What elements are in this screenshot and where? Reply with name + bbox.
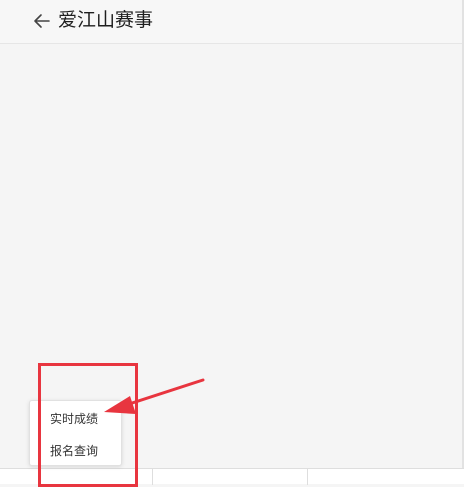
arrow-left-icon xyxy=(34,14,50,28)
menu-item-registration-query[interactable]: 报名查询 xyxy=(30,436,121,466)
page-title: 爱江山赛事 xyxy=(58,9,154,31)
top-nav-bar: 爱江山赛事 xyxy=(0,0,464,44)
submenu-popup: 实时成绩 报名查询 xyxy=(29,400,122,466)
bottom-menu-bar xyxy=(0,468,464,485)
menu-item-live-results[interactable]: 实时成绩 xyxy=(30,404,121,434)
bottom-menu-tab-3[interactable] xyxy=(308,469,464,485)
bottom-menu-tab-2[interactable] xyxy=(153,469,308,485)
bottom-menu-tab-1[interactable] xyxy=(0,469,153,485)
back-button[interactable] xyxy=(30,9,54,33)
